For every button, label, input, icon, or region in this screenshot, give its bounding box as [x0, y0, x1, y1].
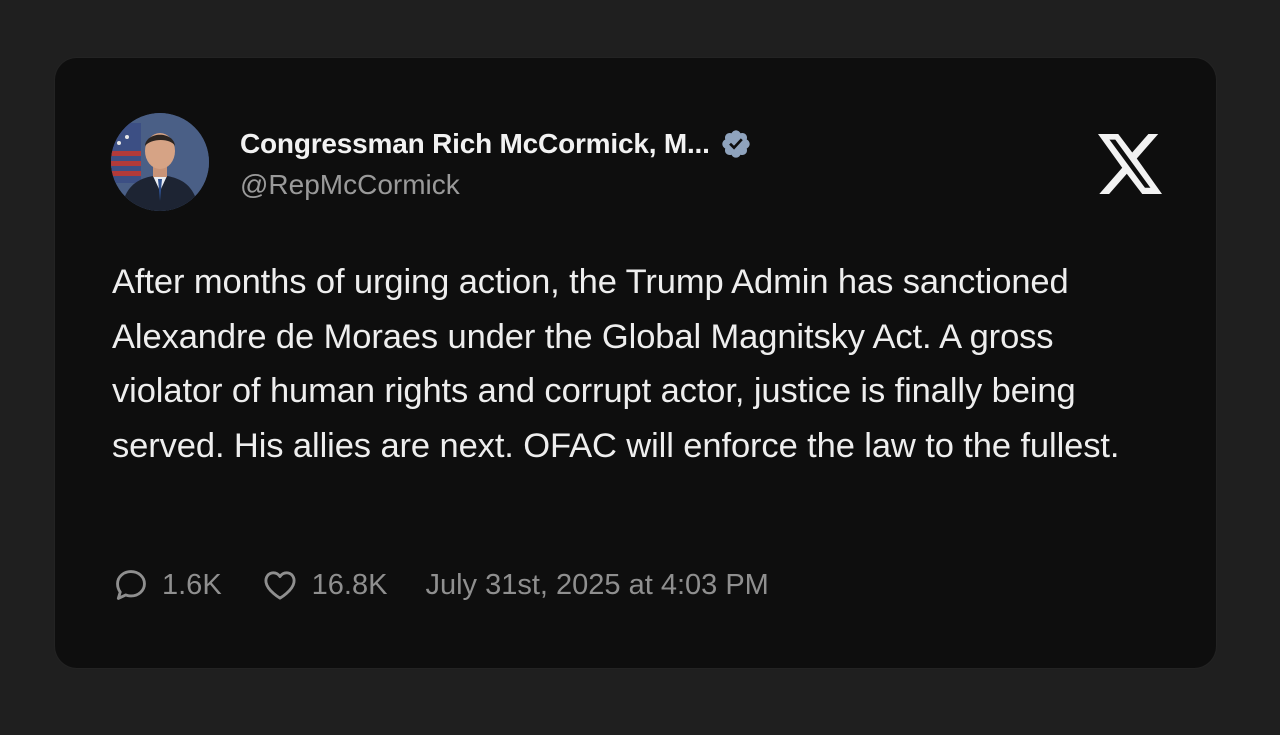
heart-icon	[260, 566, 300, 604]
like-count-button[interactable]: 16.8K	[260, 566, 388, 604]
avatar[interactable]	[111, 113, 209, 211]
author-display-name[interactable]: Congressman Rich McCormick, M...	[240, 128, 710, 160]
tweet-footer: 1.6K 16.8K July 31st, 2025 at 4:03 PM	[112, 563, 769, 607]
like-count: 16.8K	[311, 568, 388, 601]
tweet-card: Congressman Rich McCormick, M... @RepMcC…	[55, 58, 1216, 668]
tweet-text: After months of urging action, the Trump…	[112, 263, 1120, 465]
speech-bubble-icon	[112, 566, 150, 604]
verified-badge-icon	[720, 128, 752, 160]
reply-count-button[interactable]: 1.6K	[112, 566, 222, 604]
reply-count: 1.6K	[162, 568, 222, 601]
author-name-row: Congressman Rich McCormick, M...	[240, 128, 752, 160]
author-handle[interactable]: @RepMcCormick	[240, 169, 460, 201]
avatar-image	[111, 113, 209, 211]
tweet-timestamp[interactable]: July 31st, 2025 at 4:03 PM	[425, 569, 768, 602]
x-logo-icon[interactable]	[1098, 134, 1162, 194]
